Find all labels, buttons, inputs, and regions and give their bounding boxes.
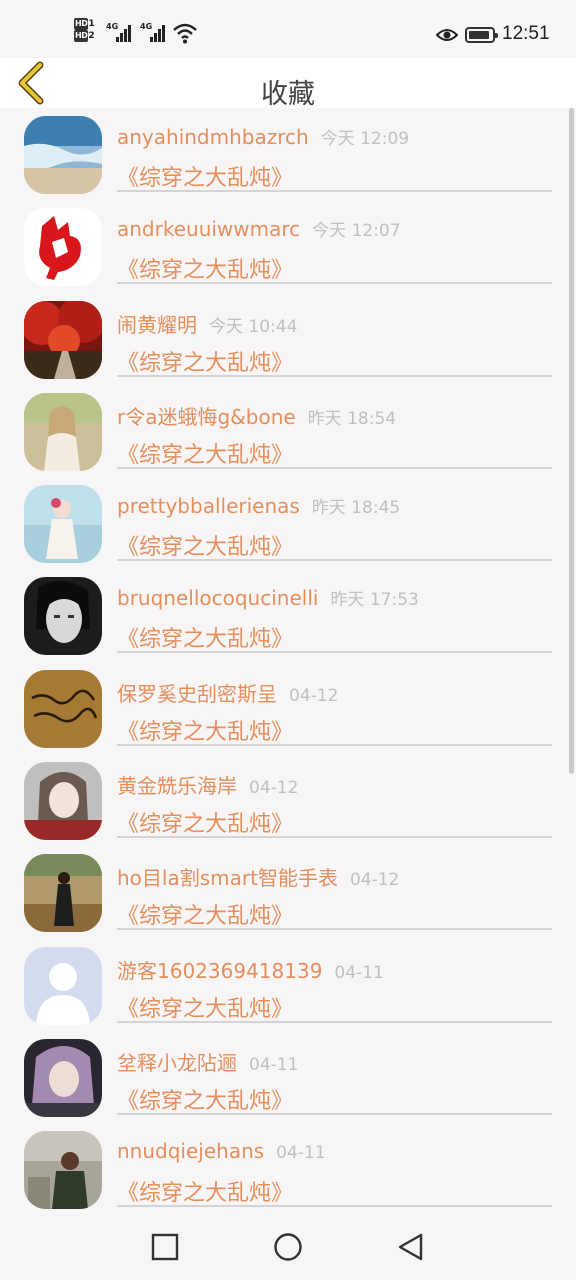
favorite-time: 04-11 <box>249 1054 299 1075</box>
hd2-indicator: HD2 <box>74 30 95 42</box>
book-title[interactable]: 《综穿之大乱炖》 <box>117 806 293 838</box>
book-title[interactable]: 《综穿之大乱炖》 <box>117 345 293 377</box>
favorites-list[interactable]: anyahindmhbazrch 今天 12:09 《综穿之大乱炖》 andrke… <box>0 108 576 1214</box>
user-name[interactable]: anyahindmhbazrch 今天 12:09 <box>117 124 409 149</box>
favorite-time: 今天 10:44 <box>209 316 298 337</box>
status-clock: 12:51 <box>502 23 550 44</box>
avatar[interactable] <box>24 300 102 379</box>
divider <box>117 1205 552 1208</box>
book-title[interactable]: 《综穿之大乱炖》 <box>117 991 293 1023</box>
divider <box>117 651 552 654</box>
avatar[interactable] <box>24 1131 102 1210</box>
status-bar: HD1 HD2 4G 4G 12:51 <box>0 0 576 58</box>
favorite-time: 04-12 <box>249 778 299 799</box>
user-name[interactable]: bruqnellocoqucinelli 昨天 17:53 <box>117 585 419 610</box>
eye-comfort-icon <box>436 29 458 41</box>
battery-icon <box>465 27 498 43</box>
book-title[interactable]: 《综穿之大乱炖》 <box>117 529 293 561</box>
list-item[interactable]: prettybballerienas 昨天 18:45 《综穿之大乱炖》 <box>0 477 576 569</box>
favorite-time: 今天 12:09 <box>320 129 410 149</box>
divider <box>117 190 552 192</box>
favorite-time: 昨天 18:54 <box>307 408 397 429</box>
signal-1-icon: 4G <box>106 22 136 44</box>
user-name[interactable]: 黄金兟乐海岸 04-12 <box>117 770 298 799</box>
user-name[interactable]: ho目la割smart智能手表 04-12 <box>117 862 399 891</box>
divider <box>117 1112 552 1115</box>
book-title[interactable]: 《综穿之大乱炖》 <box>117 1175 293 1207</box>
list-item[interactable]: 坌释小龙阽逦 04-11 《综穿之大乱炖》 <box>0 1031 576 1123</box>
recent-apps-icon[interactable] <box>150 1232 180 1262</box>
divider <box>117 928 552 931</box>
list-scrollbar[interactable] <box>569 108 574 774</box>
book-title[interactable]: 《综穿之大乱炖》 <box>117 252 293 284</box>
avatar[interactable] <box>24 485 102 564</box>
book-title[interactable]: 《综穿之大乱炖》 <box>117 714 293 746</box>
user-name[interactable]: 坌释小龙阽逦 04-11 <box>117 1047 298 1076</box>
list-item[interactable]: 黄金兟乐海岸 04-12 《综穿之大乱炖》 <box>0 754 576 846</box>
favorite-time: 今天 12:07 <box>312 221 401 242</box>
list-item[interactable]: andrkeuuiwwmarc 今天 12:07 《综穿之大乱炖》 <box>0 200 576 292</box>
user-name[interactable]: 保罗奚史刮密斯呈 04-12 <box>117 678 338 707</box>
avatar[interactable] <box>24 208 102 287</box>
favorite-time: 04-11 <box>334 962 384 983</box>
user-name[interactable]: prettybballerienas 昨天 18:45 <box>117 493 400 518</box>
signal-2-icon: 4G <box>140 22 170 44</box>
book-title[interactable]: 《综穿之大乱炖》 <box>117 1083 293 1115</box>
divider <box>117 466 552 469</box>
avatar[interactable] <box>24 946 102 1025</box>
list-item[interactable]: nnudqiejehans 04-11 《综穿之大乱炖》 <box>0 1123 576 1214</box>
hd1-indicator: HD1 <box>74 18 95 30</box>
list-item[interactable]: ho目la割smart智能手表 04-12 《综穿之大乱炖》 <box>0 846 576 938</box>
avatar[interactable] <box>24 669 102 748</box>
avatar[interactable] <box>24 392 102 471</box>
book-title[interactable]: 《综穿之大乱炖》 <box>117 621 293 653</box>
user-name[interactable]: andrkeuuiwwmarc 今天 12:07 <box>117 216 401 241</box>
user-name[interactable]: nnudqiejehans 04-11 <box>117 1139 326 1163</box>
system-nav-bar <box>0 1214 576 1280</box>
book-title[interactable]: 《综穿之大乱炖》 <box>117 898 293 930</box>
back-nav-icon[interactable] <box>396 1232 426 1262</box>
book-title[interactable]: 《综穿之大乱炖》 <box>117 437 293 469</box>
user-name[interactable]: 闹黄耀明 今天 10:44 <box>117 309 297 338</box>
home-icon[interactable] <box>272 1231 304 1263</box>
book-title[interactable]: 《综穿之大乱炖》 <box>117 160 293 192</box>
avatar[interactable] <box>24 577 102 656</box>
divider <box>117 836 552 839</box>
app-root: HD1 HD2 4G 4G 12:51 收藏 anyahindmhbazrch … <box>0 0 576 1280</box>
list-item[interactable]: 保罗奚史刮密斯呈 04-12 《综穿之大乱炖》 <box>0 662 576 754</box>
page-title: 收藏 <box>261 79 315 110</box>
divider <box>117 743 552 746</box>
avatar[interactable] <box>24 1038 102 1117</box>
title-bar: 收藏 <box>0 58 576 110</box>
favorite-time: 昨天 18:45 <box>311 498 401 519</box>
favorite-time: 昨天 17:53 <box>330 590 419 611</box>
wifi-icon <box>173 23 197 44</box>
favorite-time: 04-12 <box>289 685 339 706</box>
list-item[interactable]: bruqnellocoqucinelli 昨天 17:53 《综穿之大乱炖》 <box>0 569 576 661</box>
list-item[interactable]: 游客1602369418139 04-11 《综穿之大乱炖》 <box>0 939 576 1031</box>
avatar[interactable] <box>24 116 102 194</box>
list-item[interactable]: 闹黄耀明 今天 10:44 《综穿之大乱炖》 <box>0 293 576 385</box>
hd-indicators: HD1 HD2 <box>74 18 102 52</box>
user-name[interactable]: r令a迷蛾悔g&bone 昨天 18:54 <box>117 401 396 430</box>
divider <box>117 374 552 377</box>
favorite-time: 04-12 <box>349 870 400 891</box>
avatar[interactable] <box>24 854 102 933</box>
divider <box>117 559 552 562</box>
favorite-time: 04-11 <box>276 1143 326 1164</box>
user-name[interactable]: 游客1602369418139 04-11 <box>117 955 384 984</box>
avatar[interactable] <box>24 762 102 841</box>
list-item[interactable]: anyahindmhbazrch 今天 12:09 《综穿之大乱炖》 <box>0 108 576 200</box>
divider <box>117 282 552 285</box>
divider <box>117 1020 552 1023</box>
list-item[interactable]: r令a迷蛾悔g&bone 昨天 18:54 《综穿之大乱炖》 <box>0 385 576 477</box>
